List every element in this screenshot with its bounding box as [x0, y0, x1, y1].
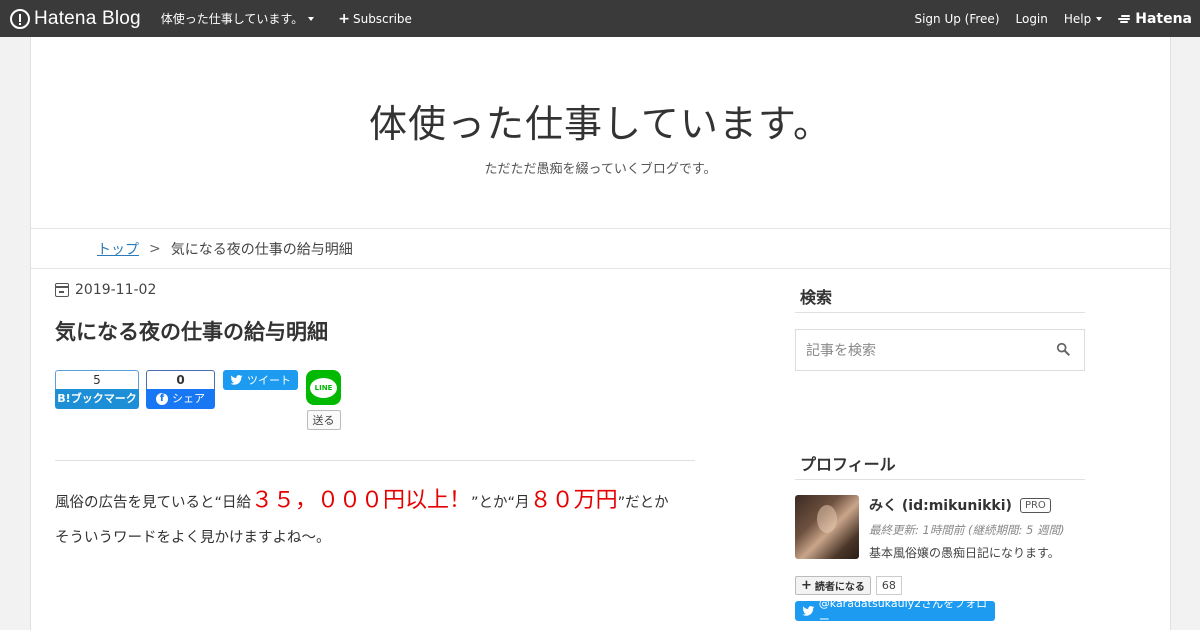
twitter-bird-icon [802, 606, 815, 616]
body-text-part3: ”だとか [617, 495, 669, 511]
body-text-part2: ”とか“月 [471, 495, 530, 511]
plus-icon: + [338, 10, 350, 27]
blog-header: 体使った仕事しています。 ただただ愚痴を綴っていくブログです。 [31, 37, 1170, 229]
hatena-label: Hatena [1135, 10, 1192, 27]
entry-date[interactable]: 2019-11-02 [55, 282, 695, 298]
hatena-bookmark-label: B!ブックマーク [55, 389, 139, 409]
search-heading: 検索 [795, 282, 1085, 313]
article: 2019-11-02 気になる夜の仕事の給与明細 5 B!ブックマーク 0 f … [55, 282, 695, 556]
blog-description: ただただ愚痴を綴っていくブログです。 [484, 162, 717, 177]
logo-text: Hatena Blog [34, 7, 141, 29]
subscribe-button[interactable]: + Subscribe [338, 11, 412, 27]
profile-description: 基本風俗嬢の愚痴日記になります。 [869, 546, 1060, 560]
tweet-label: ツイート [247, 374, 291, 387]
profile-name-row: みく (id:mikunikki) PRO [869, 495, 1064, 515]
search-placeholder: 記事を検索 [806, 343, 876, 359]
signup-link[interactable]: Sign Up (Free) [914, 12, 999, 26]
subscribe-label: Subscribe [352, 11, 412, 26]
body-text-line2: そういうワードをよく見かけますよね～。 [55, 530, 331, 546]
entry-title[interactable]: 気になる夜の仕事の給与明細 [55, 316, 695, 346]
hatena-blog-logo-icon [10, 8, 30, 29]
twitter-bird-icon [230, 375, 243, 385]
hatena-bookmark-count: 5 [55, 370, 139, 389]
breadcrumb-separator: > [149, 240, 161, 257]
profile-name[interactable]: みく (id:mikunikki) [869, 495, 1012, 515]
breadcrumb-home-link[interactable]: トップ [97, 239, 139, 259]
facebook-share-label: シェア [172, 392, 205, 405]
hatena-logo-icon [1118, 14, 1132, 24]
line-send-button[interactable]: 送る [306, 410, 341, 430]
daily-pay-highlight: ３５，０００円以上！ [251, 488, 472, 513]
share-buttons: 5 B!ブックマーク 0 f シェア ツイート LINE 送る [55, 370, 695, 432]
search-icon[interactable] [1056, 342, 1070, 356]
calendar-icon [55, 283, 69, 297]
entry-paragraph: 風俗の広告を見ていると“日給３５，０００円以上！”とか“月８０万円”だとかそうい… [55, 483, 695, 556]
twitter-follow-button[interactable]: @karadatsukauiy2さんをフォロー [795, 597, 995, 626]
twitter-follow-label: @karadatsukauiy2さんをフォロー [818, 597, 988, 626]
profile-heading: プロフィール [795, 449, 1085, 480]
search-input[interactable]: 記事を検索 [795, 329, 1085, 371]
profile-info: みく (id:mikunikki) PRO 最終更新: 1時間前 (継続期間: … [869, 495, 1064, 561]
help-label: Help [1063, 11, 1092, 26]
facebook-share-button[interactable]: 0 f シェア [146, 370, 215, 409]
body-text-part1: 風俗の広告を見ていると“日給 [55, 495, 252, 511]
hatena-bookmark-button[interactable]: 5 B!ブックマーク [55, 370, 139, 409]
reader-count: 68 [875, 576, 902, 595]
caret-down-icon [1096, 16, 1103, 21]
tweet-button[interactable]: ツイート [223, 370, 298, 390]
plus-icon: + [801, 578, 812, 593]
line-icon-text: LINE [310, 377, 337, 398]
global-header: Hatena Blog 体使った仕事しています。 + Subscribe Sig… [0, 0, 1200, 37]
line-share: LINE 送る [306, 370, 341, 430]
blog-menu-dropdown[interactable]: 体使った仕事しています。 [160, 10, 315, 27]
monthly-pay-highlight: ８０万円 [529, 488, 618, 513]
caret-down-icon [308, 16, 315, 21]
sidebar: 検索 記事を検索 プロフィール みく (id:mikunikki) PRO 最終… [795, 282, 1085, 626]
blog-menu-label: 体使った仕事しています。 [160, 12, 304, 26]
hatena-blog-logo[interactable]: Hatena Blog [10, 0, 141, 37]
breadcrumb-current: 気になる夜の仕事の給与明細 [170, 241, 353, 258]
reader-row: + 読者になる 68 [795, 576, 1085, 595]
facebook-share-count: 0 [146, 370, 215, 389]
facebook-icon: f [156, 393, 168, 405]
avatar[interactable] [795, 495, 859, 559]
hatena-logo[interactable]: Hatena [1118, 11, 1192, 27]
article-divider [55, 460, 695, 461]
login-link[interactable]: Login [1016, 12, 1048, 26]
profile-updated: 最終更新: 1時間前 (継続期間: 5 週間) [869, 523, 1065, 537]
header-right-menu: Sign Up (Free) Login Help Hatena [898, 0, 1200, 37]
entry-content: 風俗の広告を見ていると“日給３５，０００円以上！”とか“月８０万円”だとかそうい… [55, 483, 695, 556]
blog-title[interactable]: 体使った仕事しています。 [31, 37, 1170, 148]
help-dropdown[interactable]: Help [1063, 11, 1103, 26]
subscribe-reader-button[interactable]: + 読者になる [795, 576, 871, 595]
profile-card: みく (id:mikunikki) PRO 最終更新: 1時間前 (継続期間: … [795, 495, 1085, 561]
pro-badge: PRO [1019, 497, 1051, 513]
breadcrumb: トップ > 気になる夜の仕事の給与明細 [31, 229, 1170, 269]
line-icon[interactable]: LINE [306, 370, 341, 405]
reader-label: 読者になる [814, 582, 865, 593]
facebook-share-label-wrap: f シェア [146, 389, 215, 409]
entry-date-text: 2019-11-02 [75, 282, 157, 298]
